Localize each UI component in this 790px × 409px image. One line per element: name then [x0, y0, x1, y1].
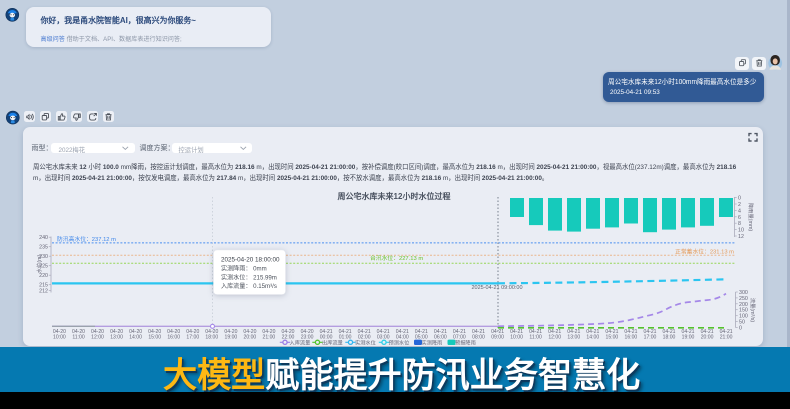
- svg-text:4: 4: [738, 208, 741, 214]
- svg-text:20:00: 20:00: [701, 335, 714, 341]
- svg-text:17:00: 17:00: [186, 335, 199, 341]
- svg-text:流量(m³/s): 流量(m³/s): [749, 298, 757, 323]
- svg-text:实测水位： 215.99m: 实测水位： 215.99m: [221, 273, 277, 281]
- svg-text:8: 8: [738, 221, 741, 227]
- svg-text:100: 100: [739, 314, 748, 320]
- svg-text:17:00: 17:00: [644, 335, 657, 341]
- svg-text:13:00: 13:00: [567, 335, 580, 341]
- svg-text:10: 10: [738, 228, 744, 234]
- svg-text:14:00: 14:00: [129, 335, 142, 341]
- svg-text:2: 2: [738, 202, 741, 208]
- svg-text:50: 50: [739, 320, 745, 326]
- svg-text:防汛高水位：237.12 m: 防汛高水位：237.12 m: [57, 235, 116, 243]
- svg-text:13:00: 13:00: [110, 335, 123, 341]
- svg-text:12: 12: [738, 234, 744, 240]
- svg-text:18:00: 18:00: [205, 335, 218, 341]
- svg-text:实测降雨： 0mm: 实测降雨： 0mm: [221, 265, 267, 273]
- svg-text:20:00: 20:00: [244, 335, 257, 341]
- svg-text:入库流量： 0.15m³/s: 入库流量： 0.15m³/s: [221, 282, 277, 290]
- svg-text:10:00: 10:00: [510, 335, 523, 341]
- svg-text:实测降雨: 实测降雨: [422, 338, 443, 346]
- svg-text:10:00: 10:00: [53, 335, 66, 341]
- svg-text:预测水位: 预测水位: [389, 338, 410, 346]
- svg-text:200: 200: [739, 302, 748, 308]
- svg-text:240: 240: [39, 235, 48, 241]
- svg-text:250: 250: [739, 296, 748, 302]
- svg-text:台汛水位：227.13 m: 台汛水位：227.13 m: [370, 254, 423, 262]
- svg-text:15:00: 15:00: [148, 335, 161, 341]
- svg-text:12:00: 12:00: [91, 335, 104, 341]
- svg-text:降雨量(mm): 降雨量(mm): [747, 203, 755, 231]
- svg-text:2025-04-20 18:00:00: 2025-04-20 18:00:00: [221, 257, 280, 264]
- svg-text:235: 235: [39, 245, 48, 251]
- svg-text:0: 0: [739, 326, 742, 332]
- svg-text:2025-04-21 09:00:00: 2025-04-21 09:00:00: [471, 285, 522, 291]
- svg-text:09:00: 09:00: [491, 335, 504, 341]
- svg-text:水位(m): 水位(m): [35, 255, 43, 274]
- svg-text:入库流量: 入库流量: [290, 338, 311, 346]
- svg-text:6: 6: [738, 215, 741, 221]
- svg-text:16:00: 16:00: [167, 335, 180, 341]
- svg-text:实测水位: 实测水位: [355, 338, 376, 346]
- svg-text:12:00: 12:00: [548, 335, 561, 341]
- svg-text:正常蓄水位：231.13 m: 正常蓄水位：231.13 m: [675, 247, 734, 255]
- svg-text:0: 0: [738, 196, 741, 202]
- svg-text:21:00: 21:00: [720, 335, 733, 341]
- svg-text:11:00: 11:00: [72, 335, 85, 341]
- svg-text:21:00: 21:00: [263, 335, 276, 341]
- svg-text:19:00: 19:00: [682, 335, 695, 341]
- svg-text:212: 212: [39, 289, 48, 295]
- svg-text:150: 150: [739, 308, 748, 314]
- svg-text:15:00: 15:00: [606, 335, 619, 341]
- svg-text:16:00: 16:00: [625, 335, 638, 341]
- svg-text:11:00: 11:00: [529, 335, 542, 341]
- svg-text:14:00: 14:00: [586, 335, 599, 341]
- svg-text:出库流量: 出库流量: [322, 338, 343, 346]
- svg-text:300: 300: [739, 290, 748, 296]
- svg-text:18:00: 18:00: [663, 335, 676, 341]
- svg-text:19:00: 19:00: [225, 335, 238, 341]
- svg-text:预报降雨: 预报降雨: [455, 338, 476, 346]
